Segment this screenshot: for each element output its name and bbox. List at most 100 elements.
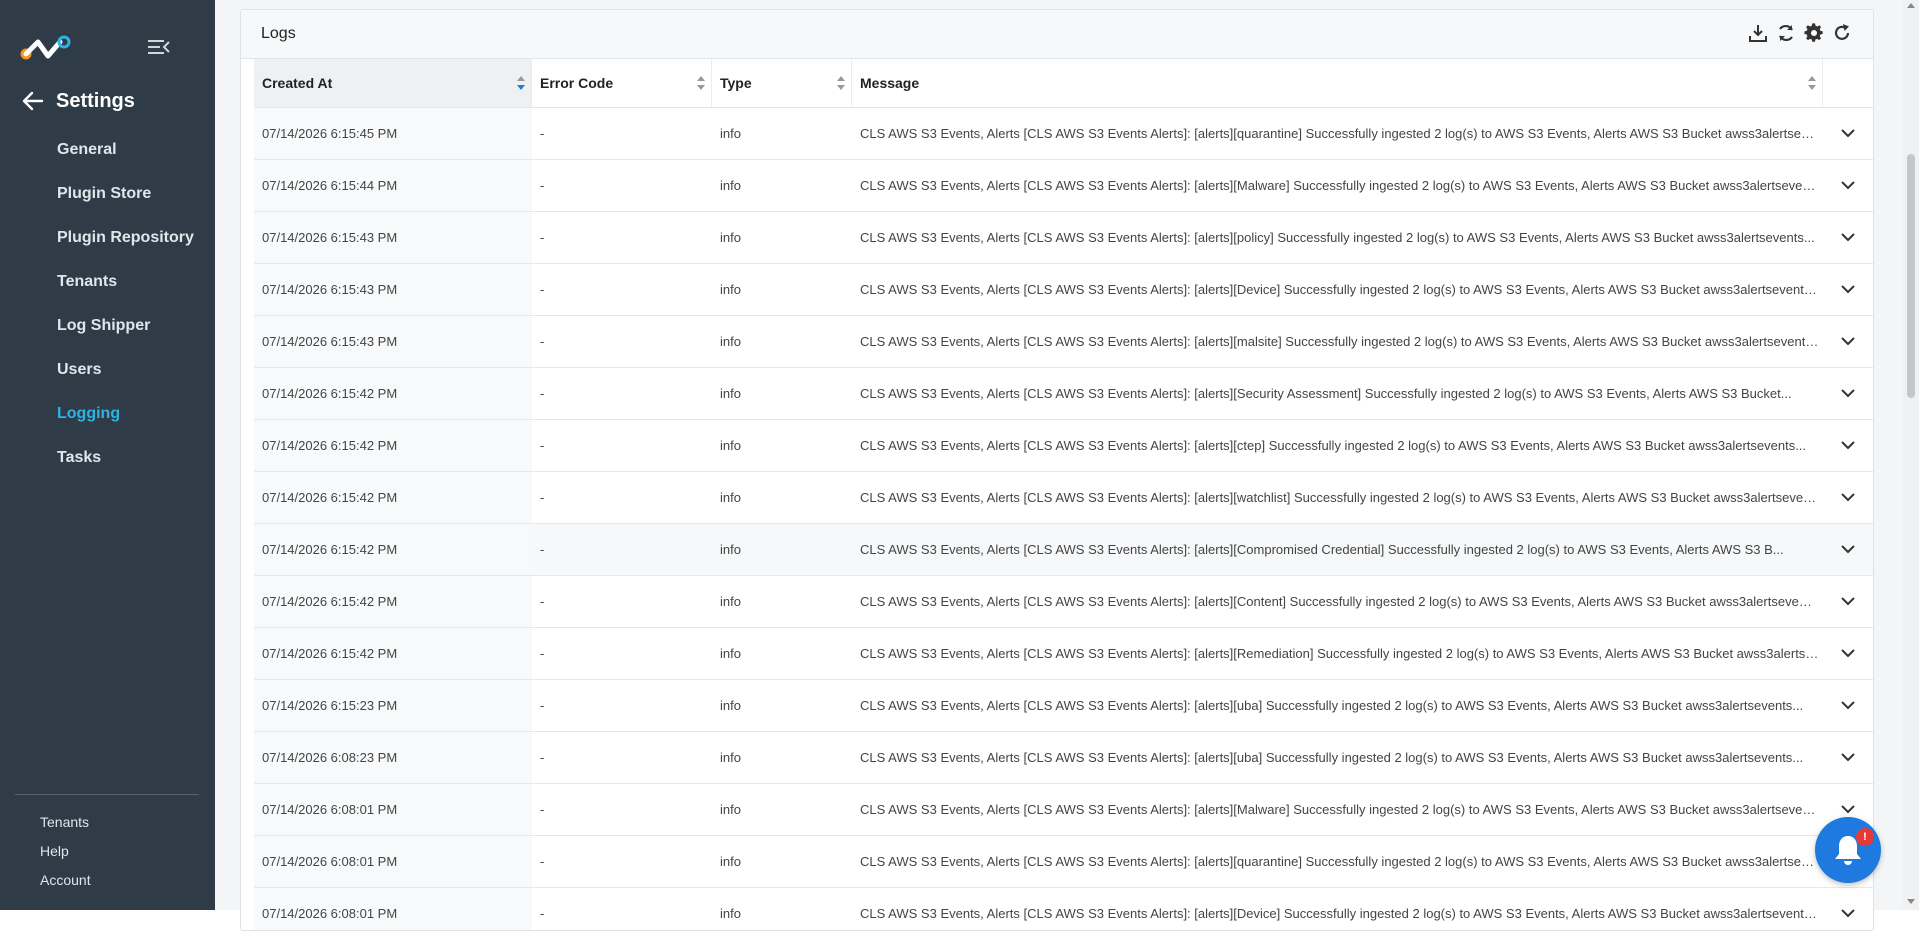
scroll-thumb[interactable] [1907,154,1915,398]
footer-item-tenants[interactable]: Tenants [40,813,91,842]
cell-type: info [720,854,741,869]
sort-icon-active[interactable] [517,76,525,90]
table-row[interactable]: 07/14/2026 6:08:01 PM - info CLS AWS S3 Eve… [254,836,1873,888]
settings-button[interactable] [1803,22,1825,44]
column-message[interactable]: Message [852,59,1823,107]
expand-row-button[interactable] [1823,680,1873,731]
cell-error-code: - [540,230,545,245]
cell-created-at: 07/14/2026 6:15:42 PM [254,420,532,471]
table-row[interactable]: 07/14/2026 6:08:23 PM - info CLS AWS S3 Eve… [254,732,1873,784]
table-row[interactable]: 07/14/2026 6:15:42 PM - info CLS AWS S3 Eve… [254,524,1873,576]
cell-type: info [720,646,741,661]
app-logo[interactable] [20,34,72,62]
logs-panel: Logs Created At Error Code Type Message … [240,9,1874,931]
chevron-down-icon [1841,909,1855,918]
cell-message: CLS AWS S3 Events, Alerts [CLS AWS S3 Ev… [860,438,1807,453]
table-row[interactable]: 07/14/2026 6:15:45 PM - info CLS AWS S3 Eve… [254,108,1873,160]
column-label-type: Type [720,75,752,91]
footer-item-account[interactable]: Account [40,871,91,900]
table-row[interactable]: 07/14/2026 6:15:44 PM - info CLS AWS S3 Eve… [254,160,1873,212]
sidebar-item-plugin-repository[interactable]: Plugin Repository [0,222,215,266]
table-row[interactable]: 07/14/2026 6:15:23 PM - info CLS AWS S3 Eve… [254,680,1873,732]
chevron-down-icon [1841,441,1855,450]
cell-message: CLS AWS S3 Events, Alerts [CLS AWS S3 Ev… [860,594,1823,609]
chevron-down-icon [1841,805,1855,814]
chevron-down-icon [1841,129,1855,138]
notifications-button[interactable]: ! [1815,817,1881,883]
cell-message: CLS AWS S3 Events, Alerts [CLS AWS S3 Ev… [860,282,1822,297]
cell-created-at: 07/14/2026 6:15:44 PM [254,160,532,211]
scroll-up-icon[interactable] [1906,1,1916,11]
expand-row-button[interactable] [1823,628,1873,679]
column-label-created-at: Created At [262,75,333,91]
expand-row-button[interactable] [1823,212,1873,263]
back-arrow-icon[interactable] [22,90,44,112]
sync-button[interactable] [1775,22,1797,44]
sort-icon[interactable] [697,76,705,90]
scroll-down-icon[interactable] [1906,896,1916,906]
table-row[interactable]: 07/14/2026 6:08:01 PM - info CLS AWS S3 Eve… [254,784,1873,836]
expand-row-button[interactable] [1823,108,1873,159]
cell-created-at: 07/14/2026 6:15:42 PM [254,368,532,419]
cell-error-code: - [540,282,545,297]
logs-panel-header: Logs [241,10,1873,59]
cell-type: info [720,178,741,193]
cell-error-code: - [540,854,545,869]
page-scrollbar[interactable] [1903,0,1919,910]
expand-row-button[interactable] [1823,368,1873,419]
cell-message: CLS AWS S3 Events, Alerts [CLS AWS S3 Ev… [860,386,1792,401]
cell-message: CLS AWS S3 Events, Alerts [CLS AWS S3 Ev… [860,126,1823,141]
download-button[interactable] [1747,22,1769,44]
sidebar-item-tasks[interactable]: Tasks [0,442,215,486]
table-row[interactable]: 07/14/2026 6:15:42 PM - info CLS AWS S3 Eve… [254,368,1873,420]
cell-created-at: 07/14/2026 6:15:43 PM [254,316,532,367]
expand-row-button[interactable] [1823,160,1873,211]
cell-message: CLS AWS S3 Events, Alerts [CLS AWS S3 Ev… [860,542,1784,557]
expand-row-button[interactable] [1823,264,1873,315]
sidebar-collapse-icon[interactable] [148,37,170,57]
cell-created-at: 07/14/2026 6:15:42 PM [254,628,532,679]
table-row[interactable]: 07/14/2026 6:15:43 PM - info CLS AWS S3 Eve… [254,264,1873,316]
footer-item-help[interactable]: Help [40,842,91,871]
sidebar-item-plugin-store[interactable]: Plugin Store [0,178,215,222]
cell-message: CLS AWS S3 Events, Alerts [CLS AWS S3 Ev… [860,802,1823,817]
sort-icon[interactable] [837,76,845,90]
cell-created-at: 07/14/2026 6:15:42 PM [254,472,532,523]
column-error-code[interactable]: Error Code [532,59,712,107]
expand-row-button[interactable] [1823,420,1873,471]
settings-back[interactable]: Settings [22,88,135,114]
sidebar-item-log-shipper[interactable]: Log Shipper [0,310,215,354]
sidebar-item-users[interactable]: Users [0,354,215,398]
chevron-down-icon [1841,649,1855,658]
expand-row-button[interactable] [1823,576,1873,627]
main-content: Logs Created At Error Code Type Message … [215,0,1919,931]
expand-row-button[interactable] [1823,732,1873,783]
table-row[interactable]: 07/14/2026 6:15:42 PM - info CLS AWS S3 Eve… [254,472,1873,524]
cell-created-at: 07/14/2026 6:15:43 PM [254,264,532,315]
table-row[interactable]: 07/14/2026 6:15:42 PM - info CLS AWS S3 Eve… [254,420,1873,472]
column-label-error-code: Error Code [540,75,614,91]
sidebar-item-tenants[interactable]: Tenants [0,266,215,310]
cell-message: CLS AWS S3 Events, Alerts [CLS AWS S3 Ev… [860,490,1823,505]
sidebar-divider [15,794,199,795]
sync-icon [1779,24,1793,42]
table-row[interactable]: 07/14/2026 6:15:43 PM - info CLS AWS S3 Eve… [254,316,1873,368]
cell-created-at: 07/14/2026 6:15:43 PM [254,212,532,263]
refresh-button[interactable] [1831,22,1853,44]
table-row[interactable]: 07/14/2026 6:15:43 PM - info CLS AWS S3 Eve… [254,212,1873,264]
cell-type: info [720,750,741,765]
column-type[interactable]: Type [712,59,852,107]
sort-icon[interactable] [1808,76,1816,90]
sidebar-item-logging[interactable]: Logging [0,398,215,442]
expand-row-button[interactable] [1823,316,1873,367]
table-row[interactable]: 07/14/2026 6:15:42 PM - info CLS AWS S3 Eve… [254,576,1873,628]
expand-row-button[interactable] [1823,524,1873,575]
table-row[interactable]: 07/14/2026 6:15:42 PM - info CLS AWS S3 Eve… [254,628,1873,680]
sidebar-footer: Tenants Help Account [40,813,91,900]
expand-row-button[interactable] [1823,472,1873,523]
cell-created-at: 07/14/2026 6:15:45 PM [254,108,532,159]
cell-type: info [720,490,741,505]
sidebar-item-general[interactable]: General [0,134,215,178]
column-created-at[interactable]: Created At [254,59,532,107]
chevron-down-icon [1841,701,1855,710]
